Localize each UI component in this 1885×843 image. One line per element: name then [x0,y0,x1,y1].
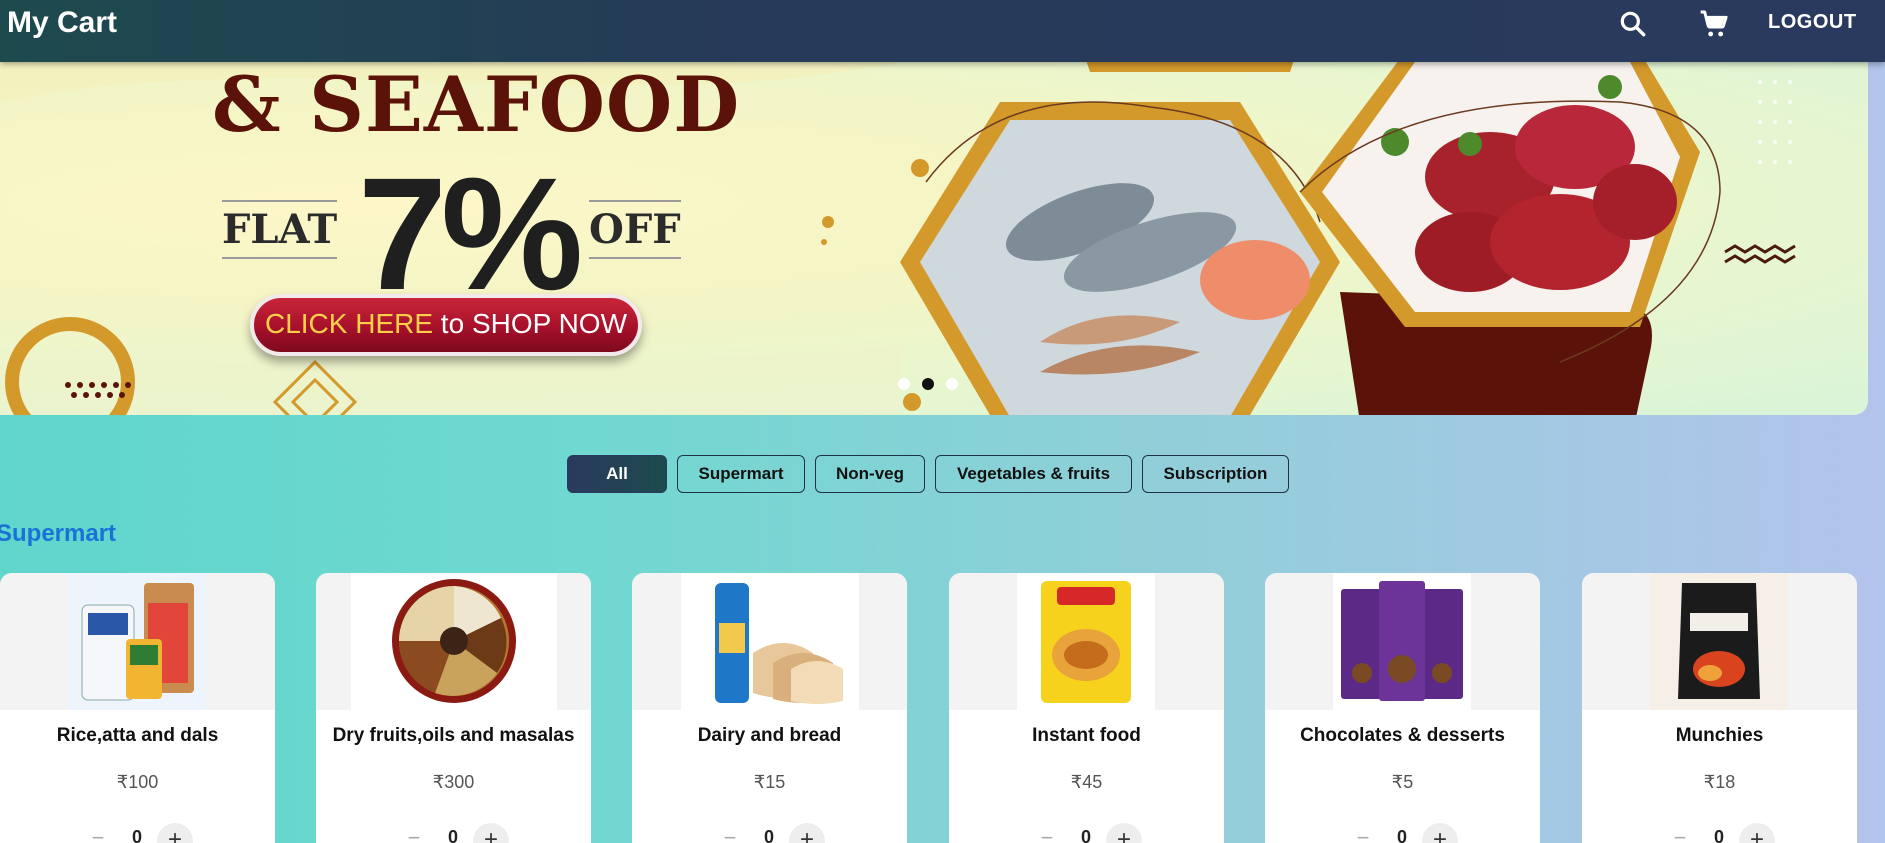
carousel-dot-1[interactable] [898,378,910,390]
section-title: Supermart [0,520,117,547]
increment-button[interactable]: + [1422,823,1458,843]
search-icon[interactable] [1617,8,1649,40]
product-card[interactable]: Instant food ₹45 − 0 + [949,573,1224,843]
product-name: Dry fruits,oils and masalas [332,725,575,746]
instant-noodles-image [949,573,1224,710]
quantity-value: 0 [1080,827,1091,843]
quantity-value: 0 [1713,827,1724,843]
cta-text: to SHOP NOW [433,308,627,339]
bread-image [632,573,907,710]
product-price: ₹15 [753,772,786,792]
quantity-stepper: − 0 + [1265,823,1540,843]
dry-fruits-image [316,573,591,710]
rice-atta-dals-image [0,573,275,710]
banner-headline: & SEAFOOD [212,62,741,149]
product-card[interactable]: Chocolates & desserts ₹5 − 0 + [1265,573,1540,843]
banner-flat-label: FLAT [222,200,338,259]
product-price: ₹45 [1070,772,1103,792]
category-filters: All Supermart Non-veg Vegetables & fruit… [0,455,1885,493]
chocolates-image [1265,573,1540,710]
filter-vegetables-fruits[interactable]: Vegetables & fruits [935,455,1132,493]
product-name: Instant food [1032,725,1141,746]
cta-highlight: CLICK HERE [264,308,434,339]
product-price: ₹18 [1703,772,1736,792]
product-card[interactable]: Dairy and bread ₹15 − 0 + [632,573,907,843]
product-name: Munchies [1675,725,1764,746]
product-price: ₹5 [1391,772,1414,792]
chips-image [1582,573,1857,710]
decrement-button[interactable]: − [88,827,108,843]
increment-button[interactable]: + [157,823,193,843]
filter-non-veg[interactable]: Non-veg [815,455,925,493]
quantity-stepper: − 0 + [949,823,1224,843]
decrement-button[interactable]: − [1037,827,1057,843]
increment-button[interactable]: + [789,823,825,843]
filter-subscription[interactable]: Subscription [1142,455,1289,493]
cart-icon[interactable] [1697,8,1731,40]
decrement-button[interactable]: − [404,827,424,843]
top-app-bar: My Cart LOGOUT [0,0,1885,62]
quantity-stepper: − 0 + [316,823,591,843]
carousel-dot-2[interactable] [922,378,934,390]
quantity-stepper: − 0 + [1582,823,1857,843]
decrement-button[interactable]: − [1353,827,1373,843]
increment-button[interactable]: + [473,823,509,843]
decrement-button[interactable]: − [1670,827,1690,843]
quantity-value: 0 [447,827,458,843]
product-name: Chocolates & desserts [1300,725,1505,746]
product-price: ₹300 [432,772,475,792]
product-name: Dairy and bread [697,725,842,746]
banner-off-label: OFF [589,200,681,259]
increment-button[interactable]: + [1106,823,1142,843]
product-card[interactable]: Rice,atta and dals ₹100 − 0 + [0,573,275,843]
quantity-value: 0 [1396,827,1407,843]
filter-supermart[interactable]: Supermart [677,455,805,493]
product-card[interactable]: Munchies ₹18 − 0 + [1582,573,1857,843]
quantity-value: 0 [131,827,142,843]
decrement-button[interactable]: − [720,827,740,843]
logout-button[interactable]: LOGOUT [1768,11,1857,34]
product-card[interactable]: Dry fruits,oils and masalas ₹300 − 0 + [316,573,591,843]
app-title: My Cart [7,6,118,39]
quantity-stepper: − 0 + [0,823,275,843]
carousel-dot-3[interactable] [946,378,958,390]
filter-all[interactable]: All [567,455,667,493]
quantity-value: 0 [763,827,774,843]
shop-now-button[interactable]: CLICK HERE to SHOP NOW [250,294,642,356]
product-name: Rice,atta and dals [56,725,219,746]
quantity-stepper: − 0 + [632,823,907,843]
increment-button[interactable]: + [1739,823,1775,843]
promo-banner[interactable]: & SEAFOOD FLAT 7% OFF CLICK HERE to SHOP… [0,62,1868,415]
product-price: ₹100 [116,772,159,792]
